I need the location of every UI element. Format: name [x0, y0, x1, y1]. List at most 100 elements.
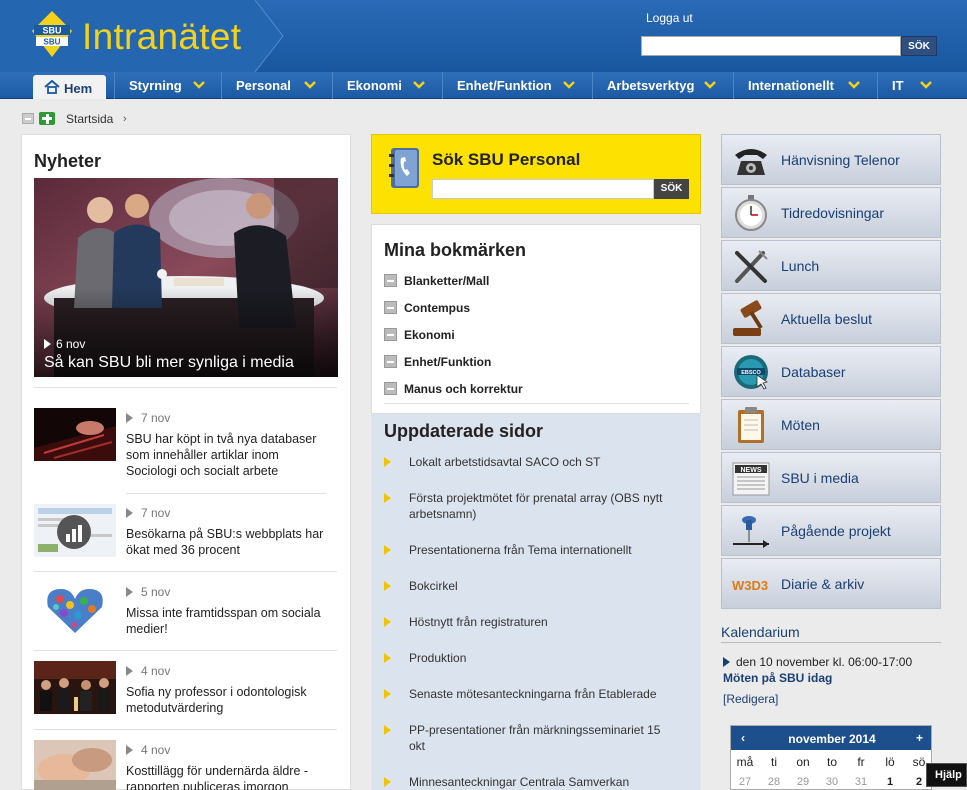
news-item-link[interactable]: SBU har köpt in två nya databaser som in…: [126, 431, 331, 479]
minus-icon: [384, 382, 397, 395]
calendar-event-link[interactable]: Möten på SBU idag: [723, 671, 832, 685]
news-thumb-heart[interactable]: [34, 583, 116, 636]
clipboard-icon: [738, 407, 764, 443]
quicklink-label: Möten: [781, 417, 820, 433]
hero-date-text: 6 nov: [56, 337, 86, 351]
arrow-right-icon: [384, 493, 391, 503]
chevron-down-icon: [920, 81, 932, 89]
personal-search-button[interactable]: SÖK: [654, 179, 689, 199]
site-search-button[interactable]: SÖK: [901, 36, 937, 56]
news-thumb-elderly[interactable]: [34, 740, 116, 790]
updated-page-label: Presentationerna från Tema internationel…: [409, 543, 632, 557]
nav-item-label: IT: [892, 78, 904, 93]
newspaper-icon: NEWS: [732, 462, 770, 496]
news-date-text: 4 nov: [141, 743, 171, 757]
calendar-header: ‹ november 2014 +: [731, 726, 931, 750]
updated-page-label: Lokalt arbetstidsavtal SACO och ST: [409, 455, 601, 469]
news-thumb-keyboard[interactable]: [34, 408, 116, 461]
nav-item-ekonomi[interactable]: Ekonomi: [332, 72, 442, 99]
chevron-down-icon: [413, 81, 425, 89]
calendar-edit-link[interactable]: [Redigera]: [723, 692, 778, 706]
news-item-link[interactable]: Kosttillägg för undernärda äldre - rappo…: [126, 763, 331, 790]
arrow-right-icon: [384, 617, 391, 627]
news-thumb-stats[interactable]: [34, 504, 116, 557]
quicklink-diarie-arkiv[interactable]: W3D3 Diarie & arkiv: [721, 558, 941, 609]
nav-item-personal[interactable]: Personal: [221, 72, 332, 99]
bookmark-label: Enhet/Funktion: [404, 355, 492, 369]
quicklink-hanvisning-telenor[interactable]: Hänvisning Telenor: [721, 134, 941, 185]
chevron-down-icon: [848, 81, 860, 89]
hero-date: 6 nov: [44, 337, 85, 351]
calendar-day[interactable]: 29: [789, 776, 817, 788]
calendar-weekday: on: [796, 755, 810, 769]
divider: [384, 403, 689, 404]
help-button[interactable]: Hjälp: [926, 763, 967, 787]
quicklink-moten[interactable]: Möten: [721, 399, 941, 450]
sbu-logo-icon[interactable]: SBU SBU: [32, 11, 72, 57]
play-icon: [126, 508, 133, 518]
calendar-day[interactable]: 1: [876, 776, 904, 788]
calendar-day[interactable]: 31: [847, 776, 875, 788]
nav-item-styrning[interactable]: Styrning: [114, 72, 221, 99]
nav-item-label: Internationellt: [748, 78, 834, 93]
nav-item-it[interactable]: IT: [877, 72, 967, 99]
calendar-next-button[interactable]: +: [916, 731, 923, 745]
quicklink-lunch[interactable]: Lunch: [721, 240, 941, 291]
calendar-day[interactable]: 27: [731, 776, 759, 788]
site-search-input[interactable]: [641, 36, 901, 56]
quicklink-databaser[interactable]: EBSCO Databaser: [721, 346, 941, 397]
nav-item-home[interactable]: Hem: [33, 75, 106, 99]
news-thumb-ceremony[interactable]: [34, 661, 116, 714]
logout-link[interactable]: Logga ut: [646, 11, 693, 25]
arrow-right-icon: [384, 581, 391, 591]
divider: [34, 729, 337, 730]
quicklink-label: SBU i media: [781, 470, 859, 486]
quicklink-sbu-i-media[interactable]: NEWS SBU i media: [721, 452, 941, 503]
updated-page-label: Bokcirkel: [409, 579, 458, 593]
calendar-weekday: lö: [885, 755, 895, 769]
quicklink-aktuella-beslut[interactable]: Aktuella beslut: [721, 293, 941, 344]
main-nav: Styrning Personal Ekonomi Enhet/Funktion…: [0, 72, 967, 99]
arrow-right-icon: [384, 777, 391, 787]
news-date-text: 7 nov: [141, 506, 171, 520]
play-icon: [126, 666, 133, 676]
nav-item-internationellt[interactable]: Internationellt: [733, 72, 877, 99]
news-item-link[interactable]: Sofia ny professor i odontologisk metodu…: [126, 684, 331, 716]
quicklink-pagaende-projekt[interactable]: Pågående projekt: [721, 505, 941, 556]
calendar-day[interactable]: 28: [760, 776, 788, 788]
hero-caption[interactable]: Så kan SBU bli mer synliga i media: [44, 354, 294, 372]
updated-page-label: PP-presentationer från märkningsseminari…: [409, 723, 661, 753]
divider: [34, 650, 337, 651]
minus-icon: [384, 355, 397, 368]
quicklink-label: Hänvisning Telenor: [781, 152, 900, 168]
updated-page-label: Produktion: [409, 651, 467, 665]
bookmarks-heading: Mina bokmärken: [384, 240, 527, 260]
quicklink-tidredovisningar[interactable]: Tidredovisningar: [721, 187, 941, 238]
personal-search-input[interactable]: [432, 179, 654, 199]
breadcrumb-current[interactable]: Startsida: [66, 112, 113, 126]
bookmark-label: Contempus: [404, 301, 470, 315]
collapse-icon[interactable]: [22, 113, 34, 124]
updated-page-label: Minnesanteckningar Centrala Samverkan: [409, 775, 630, 789]
keyboard-image: [34, 408, 116, 461]
calendar-weekday: ti: [771, 755, 777, 769]
play-icon: [126, 745, 133, 755]
address-book-icon: [389, 148, 419, 188]
arrow-right-icon: [384, 457, 391, 467]
nav-item-enhet-funktion[interactable]: Enhet/Funktion: [442, 72, 592, 99]
play-icon: [723, 657, 730, 667]
news-date-text: 7 nov: [141, 411, 171, 425]
cutlery-icon: [735, 250, 768, 283]
news-item-link[interactable]: Missa inte framtidsspan om sociala medie…: [126, 605, 331, 637]
nav-item-label: Personal: [236, 78, 291, 93]
nav-item-arbetsverktyg[interactable]: Arbetsverktyg: [592, 72, 733, 99]
nav-item-label: Arbetsverktyg: [607, 78, 695, 93]
expand-icon[interactable]: [39, 112, 55, 125]
telephone-icon: [735, 149, 767, 175]
news-item-link[interactable]: Besökarna på SBU:s webbplats har ökat me…: [126, 526, 331, 558]
calendar-day[interactable]: 30: [818, 776, 846, 788]
ceremony-image: [34, 661, 116, 714]
home-icon: [44, 80, 60, 94]
calendar-month: november 2014: [788, 732, 876, 746]
brand-title[interactable]: Intranätet: [82, 16, 241, 58]
